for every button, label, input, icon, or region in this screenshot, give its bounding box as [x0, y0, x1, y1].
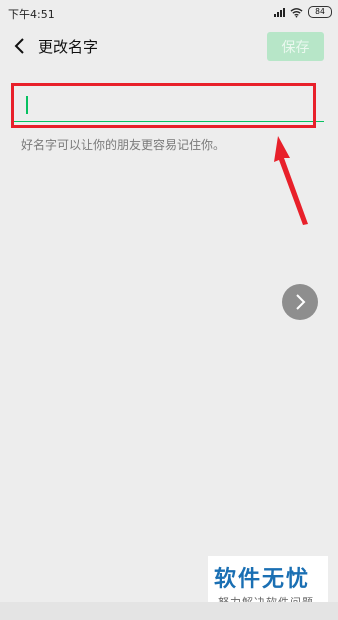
- annotation-arrow-icon: [274, 136, 308, 225]
- nav-bar: 更改名字 保存: [0, 24, 338, 68]
- chevron-right-icon: [296, 294, 306, 310]
- status-icons: 84: [274, 5, 332, 19]
- hint-text: 好名字可以让你的朋友更容易记住你。: [21, 138, 226, 152]
- wifi-icon: [290, 7, 303, 18]
- status-time: 下午4:51: [8, 8, 55, 21]
- signal-icon: [274, 7, 285, 17]
- name-field-container: [14, 86, 324, 122]
- save-button[interactable]: 保存: [267, 32, 324, 61]
- watermark-title: 软件无忧: [214, 567, 311, 592]
- bottom-bar: [0, 602, 338, 620]
- text-caret: [26, 96, 28, 114]
- next-button[interactable]: [282, 284, 318, 320]
- input-underline: [14, 121, 324, 122]
- name-input[interactable]: [14, 86, 322, 122]
- battery-icon: 84: [308, 6, 332, 18]
- status-bar: 下午4:51 84: [0, 0, 338, 24]
- page-title: 更改名字: [38, 38, 99, 56]
- chevron-left-icon[interactable]: [10, 36, 30, 56]
